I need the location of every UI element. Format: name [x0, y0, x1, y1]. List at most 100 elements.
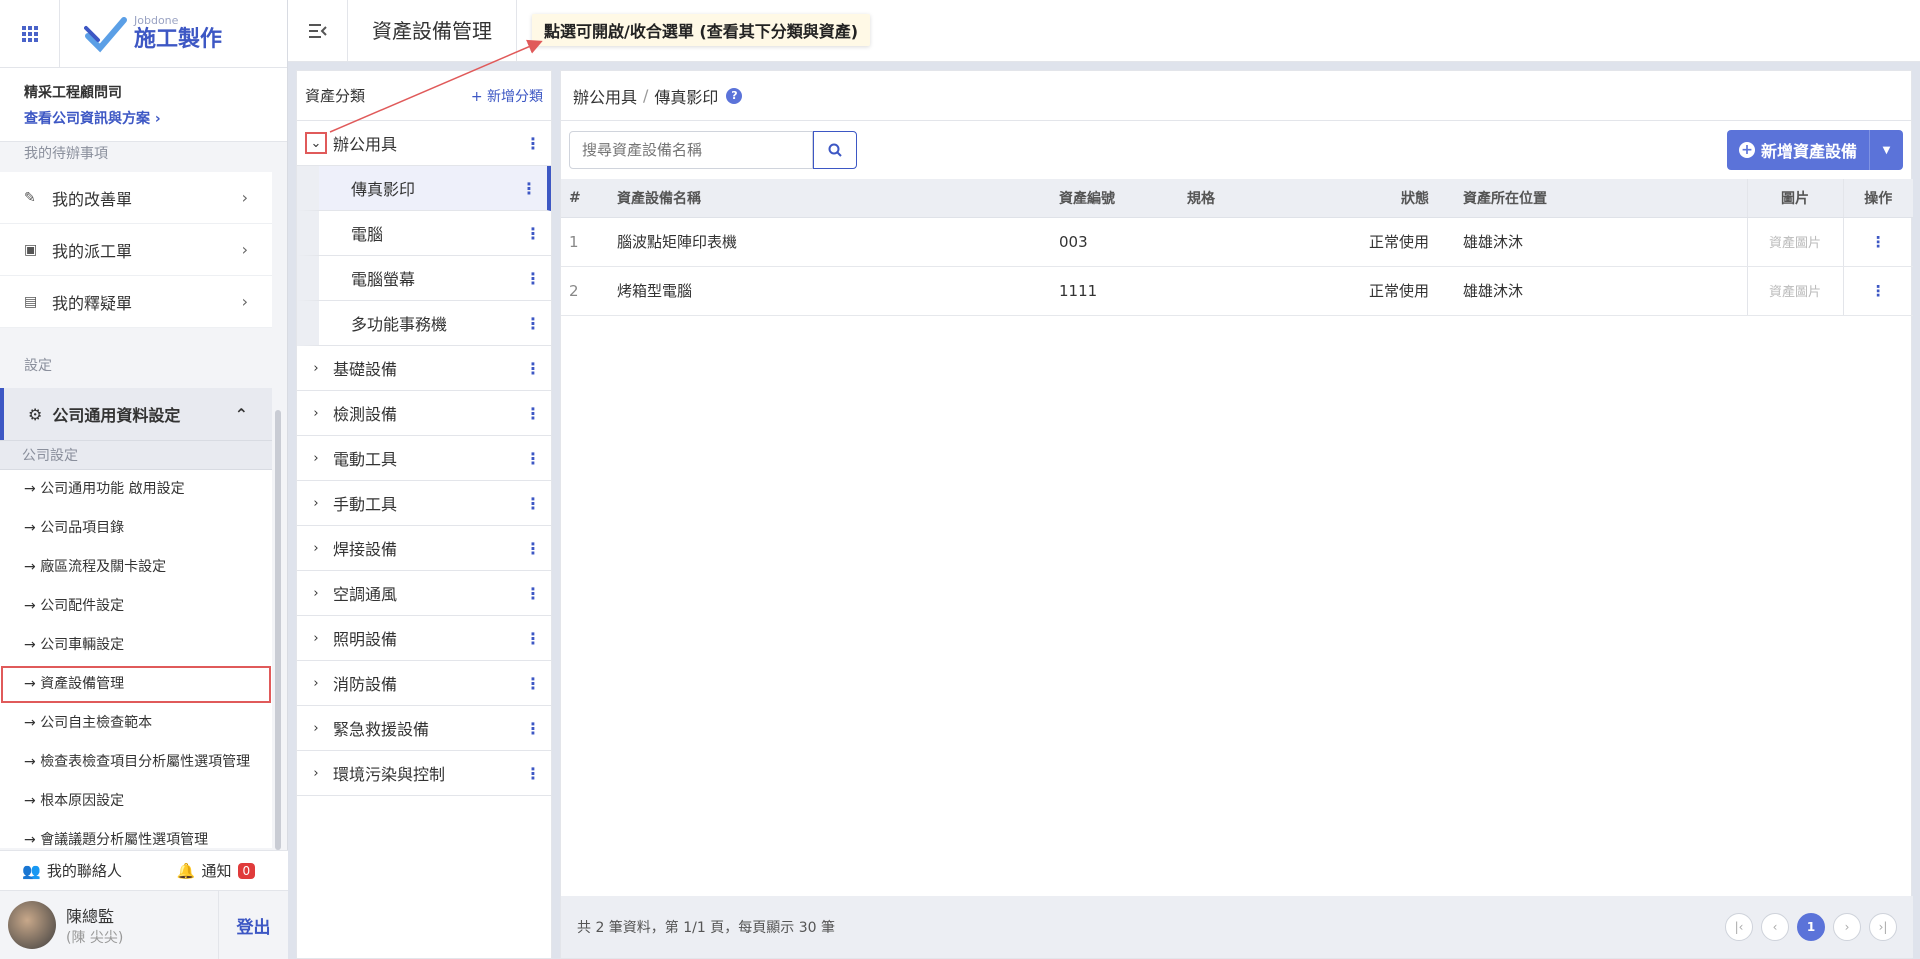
chevron-right-icon[interactable]: › [305, 627, 327, 649]
last-page-icon[interactable]: ›| [1869, 913, 1897, 941]
sub-item-meeting-attributes[interactable]: → 會議議題分析屬性選項管理 [0, 821, 272, 848]
category-child-fax[interactable]: 傳真影印 ⋮ [297, 166, 551, 211]
category-row[interactable]: › 焊接設備 ⋮ [297, 526, 551, 571]
sub-item-vehicles[interactable]: → 公司車輛設定 [0, 626, 272, 665]
first-page-icon[interactable]: |‹ [1725, 913, 1753, 941]
search-button[interactable] [813, 131, 857, 169]
category-row[interactable]: › 檢測設備 ⋮ [297, 391, 551, 436]
sidebar: Jobdone 施工製作 精采工程顧問司 查看公司資訊與方案 › 我的待辦事項 … [0, 0, 288, 959]
more-vertical-icon[interactable]: ⋮ [525, 359, 541, 378]
more-vertical-icon[interactable]: ⋮ [525, 539, 541, 558]
sub-item-root-cause[interactable]: → 根本原因設定 [0, 782, 272, 821]
sub-item-asset-management[interactable]: → 資產設備管理 [0, 665, 272, 704]
category-row[interactable]: › 照明設備 ⋮ [297, 616, 551, 661]
chevron-down-icon[interactable]: ⌄ [305, 132, 327, 154]
chevron-right-icon[interactable]: › [305, 672, 327, 694]
more-vertical-icon[interactable]: ⋮ [525, 719, 541, 738]
sub-item-checklist-attributes[interactable]: → 檢查表檢查項目分析屬性選項管理 [0, 743, 272, 782]
more-vertical-icon[interactable]: ⋮ [525, 629, 541, 648]
more-vertical-icon[interactable]: ⋮ [525, 764, 541, 783]
chevron-right-icon[interactable]: › [305, 717, 327, 739]
logo-check-icon [84, 16, 127, 52]
menu-scroll[interactable]: 我的待辦事項 ✎ 我的改善單 › ▣ 我的派工單 › ▤ 我的釋疑單 › 設定 … [0, 142, 288, 848]
more-vertical-icon[interactable]: ⋮ [1843, 217, 1913, 267]
more-vertical-icon[interactable]: ⋮ [525, 269, 541, 288]
add-category-button[interactable]: + 新增分類 [471, 86, 543, 106]
apps-grid-icon[interactable] [0, 0, 60, 68]
next-page-icon[interactable]: › [1833, 913, 1861, 941]
cell-image[interactable]: 資產圖片 [1746, 266, 1844, 316]
arrow-right-icon: → [24, 715, 41, 731]
category-row[interactable]: › 基礎設備 ⋮ [297, 346, 551, 391]
avatar[interactable] [8, 901, 56, 949]
sub-section-head: 公司設定 [0, 440, 272, 470]
more-vertical-icon[interactable]: ⋮ [525, 404, 541, 423]
more-vertical-icon[interactable]: ⋮ [525, 314, 541, 333]
cell-spec [1179, 266, 1329, 316]
logout-button[interactable]: 登出 [218, 890, 288, 959]
notify-button[interactable]: 🔔 通知 0 [144, 851, 288, 890]
col-code: 資產編號 [1051, 179, 1179, 218]
breadcrumb-parent[interactable]: 辦公用具 [573, 84, 637, 108]
table-row[interactable]: 2 烤箱型電腦 1111 正常使用 雄雄沐沐 資產圖片 ⋮ [561, 266, 1913, 316]
category-label: 手動工具 [333, 495, 398, 514]
category-row[interactable]: › 空調通風 ⋮ [297, 571, 551, 616]
chevron-right-icon[interactable]: › [305, 447, 327, 469]
caret-down-icon[interactable]: ▼ [1869, 130, 1903, 170]
chevron-right-icon[interactable]: › [305, 537, 327, 559]
chevron-right-icon[interactable]: › [305, 357, 327, 379]
category-row[interactable]: › 環境污染與控制 ⋮ [297, 751, 551, 796]
category-row[interactable]: › 手動工具 ⋮ [297, 481, 551, 526]
sub-item-label: 檢查表檢查項目分析屬性選項管理 [40, 754, 251, 770]
logo[interactable]: Jobdone 施工製作 [60, 14, 222, 54]
more-vertical-icon[interactable]: ⋮ [525, 494, 541, 513]
cell-spec [1179, 217, 1329, 267]
more-vertical-icon[interactable]: ⋮ [525, 134, 541, 153]
company-info-link[interactable]: 查看公司資訊與方案 › [24, 108, 263, 128]
category-child-mfp[interactable]: 多功能事務機 ⋮ [297, 301, 551, 346]
category-row[interactable]: › 消防設備 ⋮ [297, 661, 551, 706]
more-vertical-icon[interactable]: ⋮ [525, 674, 541, 693]
sub-item-accessories[interactable]: → 公司配件設定 [0, 587, 272, 626]
category-row-office[interactable]: ⌄ 辦公用具 ⋮ [297, 121, 551, 166]
chevron-right-icon[interactable]: › [305, 492, 327, 514]
plus-circle-icon: + [1738, 142, 1755, 158]
menu-item-label: 我的派工單 [52, 241, 133, 261]
menu-group-company-settings[interactable]: ⚙ 公司通用資料設定 ⌃ [0, 388, 272, 440]
add-asset-button[interactable]: + 新增資產設備 ▼ [1726, 130, 1903, 170]
sidebar-scrollbar[interactable] [275, 410, 281, 850]
more-vertical-icon[interactable]: ⋮ [525, 224, 541, 243]
cell-image[interactable]: 資產圖片 [1746, 217, 1844, 267]
more-vertical-icon[interactable]: ⋮ [1843, 266, 1913, 316]
menu-item-clarify[interactable]: ▤ 我的釋疑單 › [0, 276, 272, 328]
menu-item-improvement[interactable]: ✎ 我的改善單 › [0, 172, 272, 224]
contacts-button[interactable]: 👥 我的聯絡人 [0, 851, 144, 890]
category-child-monitor[interactable]: 電腦螢幕 ⋮ [297, 256, 551, 301]
chevron-right-icon[interactable]: › [305, 762, 327, 784]
table-header-row: # 資產設備名稱 資產編號 規格 狀態 資產所在位置 圖片 操作 [561, 179, 1913, 218]
sub-item-workflow[interactable]: → 廠區流程及關卡設定 [0, 548, 272, 587]
more-vertical-icon[interactable]: ⋮ [525, 449, 541, 468]
add-asset-label[interactable]: + 新增資產設備 [1727, 138, 1869, 162]
search-input[interactable] [569, 131, 813, 169]
help-icon[interactable]: ? [726, 87, 743, 104]
chevron-right-icon[interactable]: › [305, 402, 327, 424]
category-child-pc[interactable]: 電腦 ⋮ [297, 211, 551, 256]
sub-item-features[interactable]: → 公司通用功能 啟用設定 [0, 470, 272, 509]
col-status: 狀態 [1329, 179, 1437, 218]
category-row[interactable]: › 緊急救援設備 ⋮ [297, 706, 551, 751]
gear-icon: ⚙ [28, 404, 43, 424]
more-vertical-icon[interactable]: ⋮ [521, 179, 537, 198]
menu-item-dispatch[interactable]: ▣ 我的派工單 › [0, 224, 272, 276]
add-asset-text: 新增資產設備 [1760, 142, 1857, 161]
menu-toggle-icon[interactable] [288, 0, 348, 62]
more-vertical-icon[interactable]: ⋮ [525, 584, 541, 603]
prev-page-icon[interactable]: ‹ [1761, 913, 1789, 941]
sub-item-self-check[interactable]: → 公司自主檢查範本 [0, 704, 272, 743]
category-row[interactable]: › 電動工具 ⋮ [297, 436, 551, 481]
chevron-right-icon[interactable]: › [305, 582, 327, 604]
table-row[interactable]: 1 腦波點矩陣印表機 003 正常使用 雄雄沐沐 資產圖片 ⋮ [561, 217, 1913, 267]
sub-item-catalog[interactable]: → 公司品項目錄 [0, 509, 272, 548]
page-number[interactable]: 1 [1797, 913, 1825, 941]
arrow-right-icon: → [24, 559, 41, 575]
